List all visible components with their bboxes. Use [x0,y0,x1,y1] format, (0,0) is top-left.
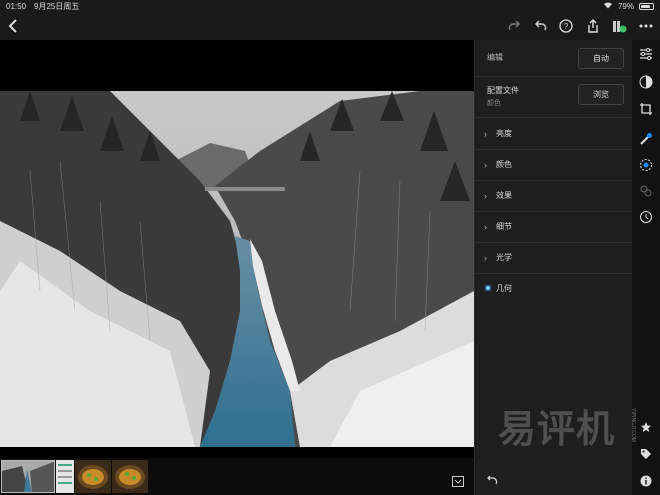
versions-icon[interactable] [637,182,655,200]
section-effects[interactable]: › 效果 [475,180,633,211]
section-label: 亮度 [496,129,512,138]
filmstrip-toggle-icon[interactable] [451,474,465,488]
profile-value: 颜色 [487,100,501,107]
history-icon[interactable] [637,208,655,226]
chevron-right-icon: › [484,221,487,232]
profile-title: 配置文件 [487,86,519,95]
presets-icon[interactable] [637,73,655,91]
sliders-icon[interactable] [637,45,655,63]
svg-text:?: ? [564,22,569,31]
help-icon[interactable]: ? [557,17,575,35]
section-geometry[interactable]: 几何 [475,273,633,304]
tag-icon[interactable] [637,445,655,463]
battery-percent: 79% [617,1,634,11]
status-date: 9月25日周五 [34,1,80,11]
section-label: 效果 [496,191,512,200]
chevron-right-icon: › [484,128,487,139]
section-color[interactable]: › 颜色 [475,149,633,180]
filmstrip [0,458,474,495]
chevron-right-icon: › [484,159,487,170]
section-label: 细节 [496,222,512,231]
profile-section[interactable]: 配置文件 颜色 [487,85,519,108]
auto-button[interactable]: 自动 [578,48,624,69]
masking-icon[interactable] [637,156,655,174]
tool-strip [632,40,660,495]
status-time: 01:50 [6,1,27,11]
dot-indicator-icon [484,284,496,294]
battery-icon [639,2,654,10]
crop-icon[interactable] [637,100,655,118]
section-brightness[interactable]: › 亮度 [475,118,633,149]
watermark-logo: 易评机 [498,409,616,451]
cloud-sync-icon[interactable] [611,17,629,35]
thumbnail-3[interactable] [75,460,111,493]
wifi-icon [603,1,613,11]
redo-icon[interactable] [505,17,523,35]
info-icon[interactable] [637,472,655,490]
section-label: 几何 [496,284,512,293]
thumbnail-4[interactable] [112,460,148,493]
thumbnail-1[interactable] [1,460,55,493]
photo-canvas[interactable] [0,40,474,458]
watermark-url: YIPINGJI.COM [630,408,636,442]
section-detail[interactable]: › 细节 [475,211,633,242]
thumbnail-2[interactable] [56,460,74,493]
healing-brush-icon[interactable] [637,130,655,148]
chevron-right-icon: › [484,190,487,201]
chevron-right-icon: › [484,252,487,263]
more-icon[interactable] [637,17,655,35]
top-toolbar: ? [0,12,660,40]
back-icon[interactable] [4,17,22,35]
section-label: 颜色 [496,160,512,169]
edit-label: 编辑 [487,53,503,62]
share-icon[interactable] [584,17,602,35]
reset-icon[interactable] [485,473,499,487]
section-label: 光学 [496,253,512,262]
browse-button[interactable]: 浏览 [578,84,624,105]
status-bar: 01:50 9月25日周五 79% [0,0,660,12]
section-optics[interactable]: › 光学 [475,242,633,273]
star-rating-icon[interactable] [637,418,655,436]
photo-image [0,91,474,447]
undo-icon[interactable] [532,17,550,35]
divider [475,76,633,77]
